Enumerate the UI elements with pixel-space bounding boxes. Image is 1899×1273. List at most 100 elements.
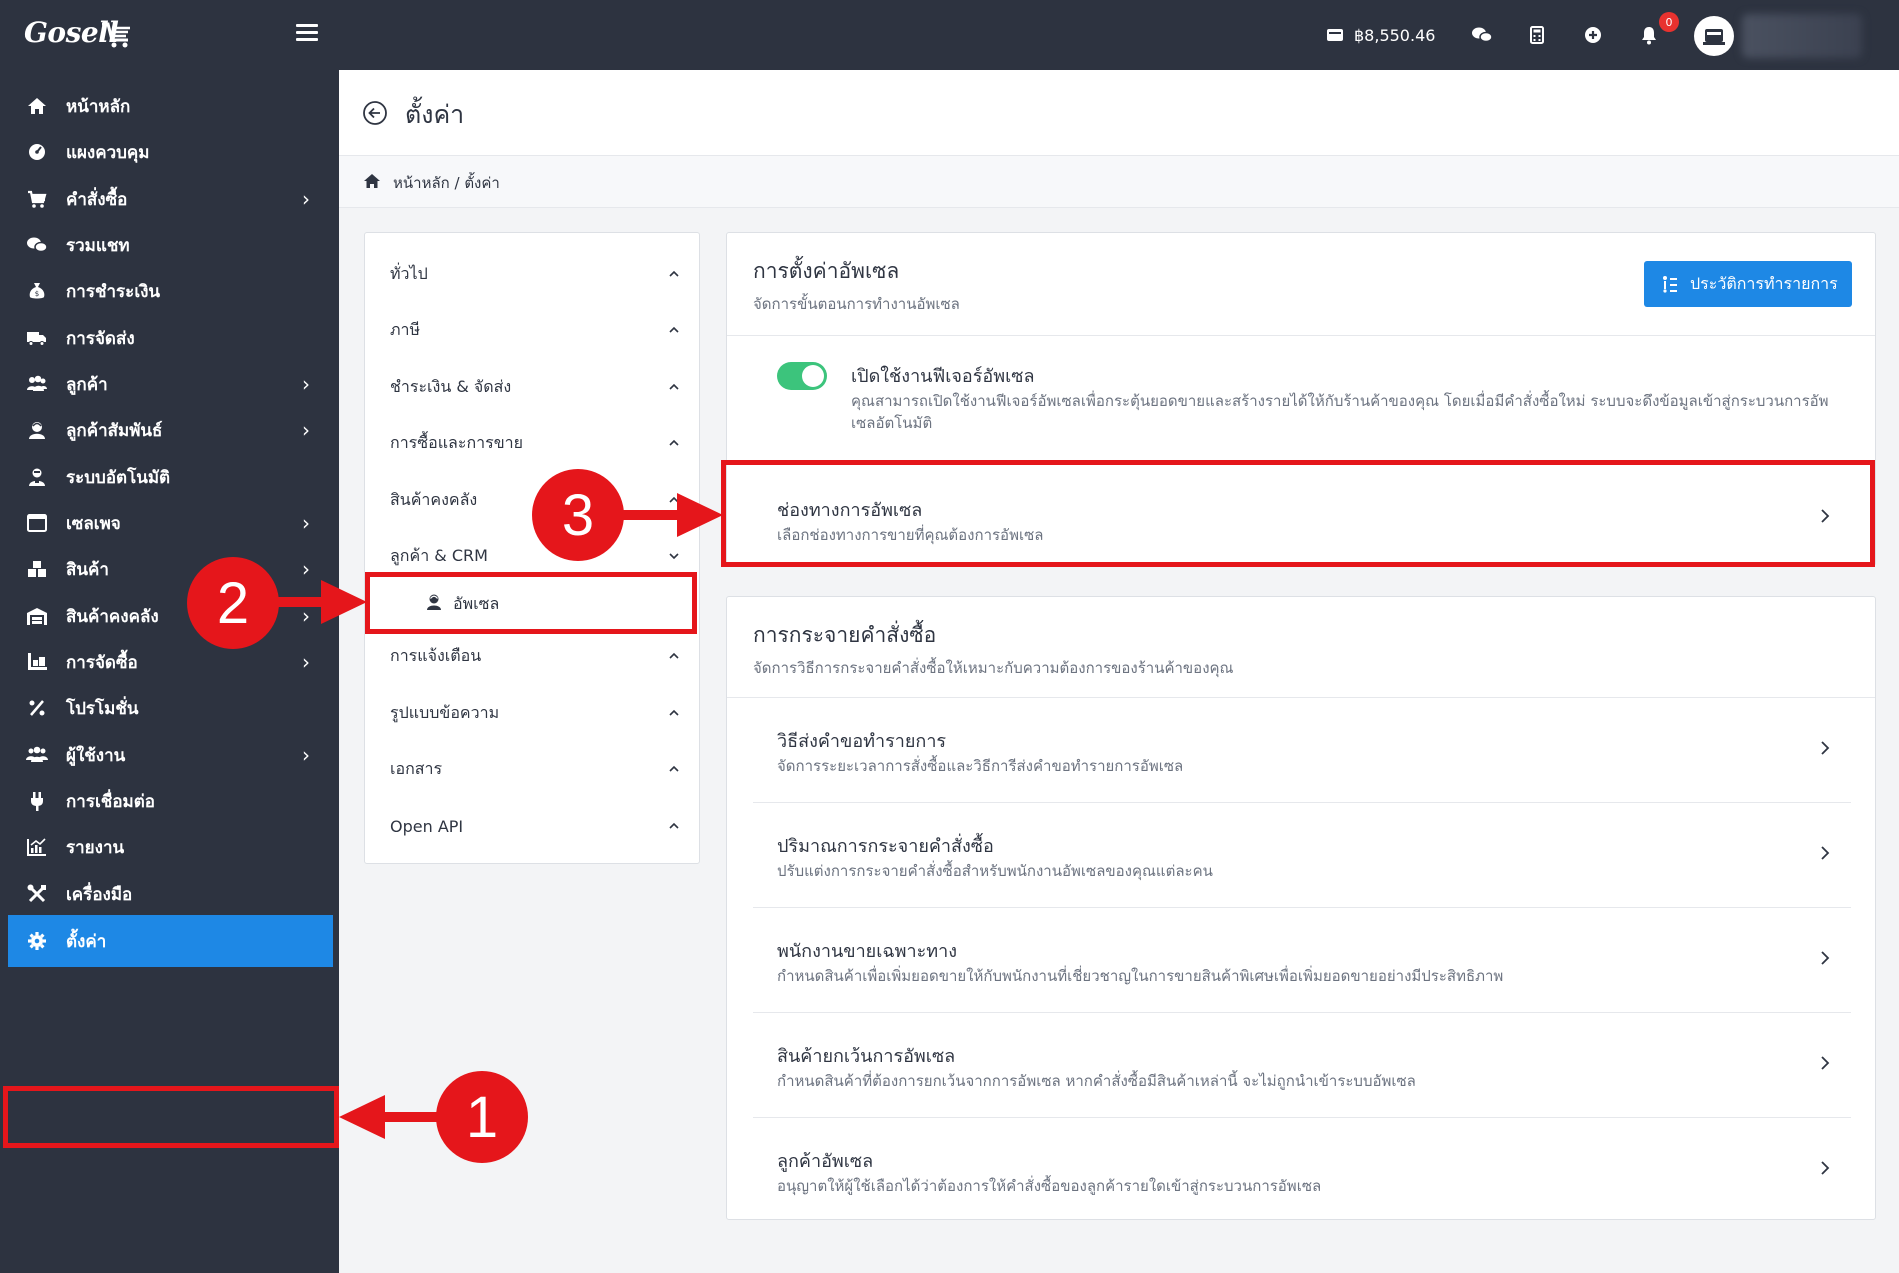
settings-menu-open-api[interactable]: Open API	[390, 798, 680, 854]
chevron-right-icon	[1821, 846, 1830, 860]
settings-menu-label: สินค้าคงคลัง	[390, 489, 478, 509]
upsell-customers-row[interactable]: ลูกค้าอัพเซล อนุญาตให้ผู้ใช้เลือกได้ว่าต…	[753, 1118, 1851, 1220]
order-distribution-panel: การกระจายคำสั่งซื้อ จัดการวิธีการกระจายค…	[726, 596, 1876, 1220]
sidebar-item-home[interactable]: หน้าหลัก	[0, 83, 339, 129]
settings-menu: ทั่วไป ภาษี ชำระเงิน & จัดส่ง การซื้อและ…	[364, 232, 700, 864]
divider	[727, 335, 1875, 336]
home-icon[interactable]	[363, 173, 381, 189]
sidebar-item-label: หน้าหลัก	[66, 96, 131, 117]
settings-menu-label: ทั่วไป	[390, 263, 428, 283]
chevron-right-icon	[1821, 1161, 1830, 1175]
sidebar-item-label: ตั้งค่า	[66, 931, 107, 952]
top-bar: Gosell ฿8,550.46 0	[0, 0, 1899, 70]
settings-menu-label: การแจ้งเตือน	[390, 645, 482, 665]
sidebar-item-customers[interactable]: ลูกค้า ›	[0, 361, 339, 407]
sidebar-item-label: รายงาน	[66, 837, 125, 858]
request-method-row[interactable]: วิธีส่งคำขอทำรายการ จัดการระยะเวลาการสั่…	[753, 698, 1851, 803]
sidebar-item-label: ลูกค้าสัมพันธ์	[66, 420, 163, 441]
settings-menu-label: ภาษี	[390, 319, 421, 339]
chevron-up-icon	[669, 270, 679, 277]
notification-button[interactable]	[1640, 22, 1658, 48]
chat-button[interactable]	[1471, 22, 1493, 48]
sidebar-item-label: เครื่องมือ	[66, 884, 133, 905]
sidebar-item-crm[interactable]: ลูกค้าสัมพันธ์ ›	[0, 407, 339, 453]
settings-menu-general[interactable]: ทั่วไป	[390, 246, 680, 302]
settings-menu-notifications[interactable]: การแจ้งเตือน	[390, 628, 680, 684]
sidebar-item-purchasing[interactable]: การจัดซื้อ ›	[0, 639, 339, 685]
add-button[interactable]	[1584, 22, 1602, 48]
sidebar-item-orders[interactable]: คำสั่งซื้อ ›	[0, 176, 339, 222]
sidebar-item-label: ผู้ใช้งาน	[66, 745, 126, 766]
page-header: ตั้งค่า	[339, 70, 1899, 156]
settings-menu-buy-sell[interactable]: การซื้อและการขาย	[390, 415, 680, 471]
sidebar-item-label: การจัดซื้อ	[66, 652, 138, 673]
sidebar-item-users[interactable]: ผู้ใช้งาน ›	[0, 732, 339, 778]
chevron-right-icon: ›	[302, 372, 310, 396]
settings-menu-label: ชำระเงิน & จัดส่ง	[390, 376, 512, 396]
annotation-step-2: 2	[187, 557, 279, 649]
wallet-icon	[1327, 29, 1343, 41]
row-title: ลูกค้าอัพเซล	[777, 1151, 874, 1172]
chevron-down-icon	[669, 553, 679, 560]
excluded-products-row[interactable]: สินค้ายกเว้นการอัพเซล กำหนดสินค้าที่ต้อง…	[753, 1013, 1851, 1118]
distribution-volume-row[interactable]: ปริมาณการกระจายคำสั่งซื้อ ปรับแต่งการกระ…	[753, 803, 1851, 908]
notification-badge: 0	[1659, 12, 1679, 32]
sidebar-item-chat[interactable]: รวมแชท	[0, 222, 339, 268]
balance-widget[interactable]: ฿8,550.46	[1326, 22, 1435, 48]
sidebar-item-label: การเชื่อมต่อ	[66, 791, 155, 812]
settings-menu-documents[interactable]: เอกสาร	[390, 741, 680, 797]
settings-menu-payment-shipping[interactable]: ชำระเงิน & จัดส่ง	[390, 359, 680, 415]
user-avatar[interactable]	[1694, 16, 1734, 56]
upsell-enable-toggle[interactable]	[777, 362, 827, 390]
settings-menu-message-templates[interactable]: รูปแบบข้อความ	[390, 685, 680, 741]
sidebar-item-label: รวมแชท	[66, 235, 130, 256]
calculator-button[interactable]	[1530, 22, 1544, 48]
sidebar-item-payment[interactable]: $ การชำระเงิน	[0, 268, 339, 314]
boxes-icon	[28, 561, 46, 577]
sidebar-item-label: เซลเพจ	[66, 513, 121, 534]
row-subtitle: กำหนดสินค้าที่ต้องการยกเว้นจากการอัพเซล …	[777, 1072, 1416, 1090]
chevron-right-icon	[1821, 951, 1830, 965]
settings-menu-label: รูปแบบข้อความ	[390, 702, 500, 722]
highlight-box-upsell-menu	[365, 572, 697, 634]
chat-icon	[27, 237, 48, 253]
sidebar-item-automation[interactable]: ระบบอัตโนมัติ	[0, 454, 339, 500]
back-arrow-icon[interactable]	[362, 100, 388, 126]
breadcrumb-text[interactable]: หน้าหลัก / ตั้งค่า	[393, 171, 500, 195]
settings-menu-label: ลูกค้า & CRM	[390, 545, 488, 565]
logo-cart-icon	[102, 22, 130, 48]
sidebar-item-label: การจัดส่ง	[66, 328, 135, 349]
annotation-step-3: 3	[532, 469, 624, 561]
user-name-blurred	[1742, 14, 1862, 58]
percent-icon	[29, 700, 45, 716]
chevron-up-icon	[669, 652, 679, 659]
sidebar-item-integrations[interactable]: การเชื่อมต่อ	[0, 778, 339, 824]
sidebar-item-label: ลูกค้า	[66, 374, 108, 395]
settings-menu-tax[interactable]: ภาษี	[390, 302, 680, 358]
sidebar-item-salepage[interactable]: เซลเพจ ›	[0, 500, 339, 546]
arrow-right-icon	[617, 493, 723, 537]
chevron-right-icon: ›	[302, 418, 310, 442]
arrow-left-icon	[339, 1095, 449, 1139]
breadcrumb: หน้าหลัก / ตั้งค่า	[339, 156, 1899, 208]
users-icon	[27, 375, 47, 391]
sidebar-item-tools[interactable]: เครื่องมือ	[0, 871, 339, 917]
specialist-sales-row[interactable]: พนักงานขายเฉพาะทาง กำหนดสินค้าเพื่อเพิ่ม…	[753, 908, 1851, 1013]
home-icon	[28, 98, 46, 114]
bell-icon	[1642, 27, 1656, 45]
sidebar-item-reports[interactable]: รายงาน	[0, 824, 339, 870]
row-title: สินค้ายกเว้นการอัพเซล	[777, 1046, 956, 1067]
highlight-box-settings	[3, 1086, 339, 1148]
sidebar-item-dashboard[interactable]: แผงควบคุม	[0, 129, 339, 175]
store-logo-icon	[1703, 29, 1725, 45]
chevron-up-icon	[669, 439, 679, 446]
menu-toggle-button[interactable]	[296, 24, 318, 44]
sidebar-item-promotions[interactable]: โปรโมชั่น	[0, 685, 339, 731]
page-title: ตั้งค่า	[405, 100, 465, 129]
panel-title: การกระจายคำสั่งซื้อ	[753, 623, 937, 647]
user-group-icon	[26, 746, 48, 762]
sidebar-item-settings[interactable]: ตั้งค่า	[8, 915, 333, 967]
history-button[interactable]: ประวัติการทำรายการ	[1644, 261, 1852, 307]
sidebar-item-shipping[interactable]: การจัดส่ง	[0, 315, 339, 361]
toggle-title: เปิดใช้งานฟีเจอร์อัพเซล	[851, 366, 1035, 387]
